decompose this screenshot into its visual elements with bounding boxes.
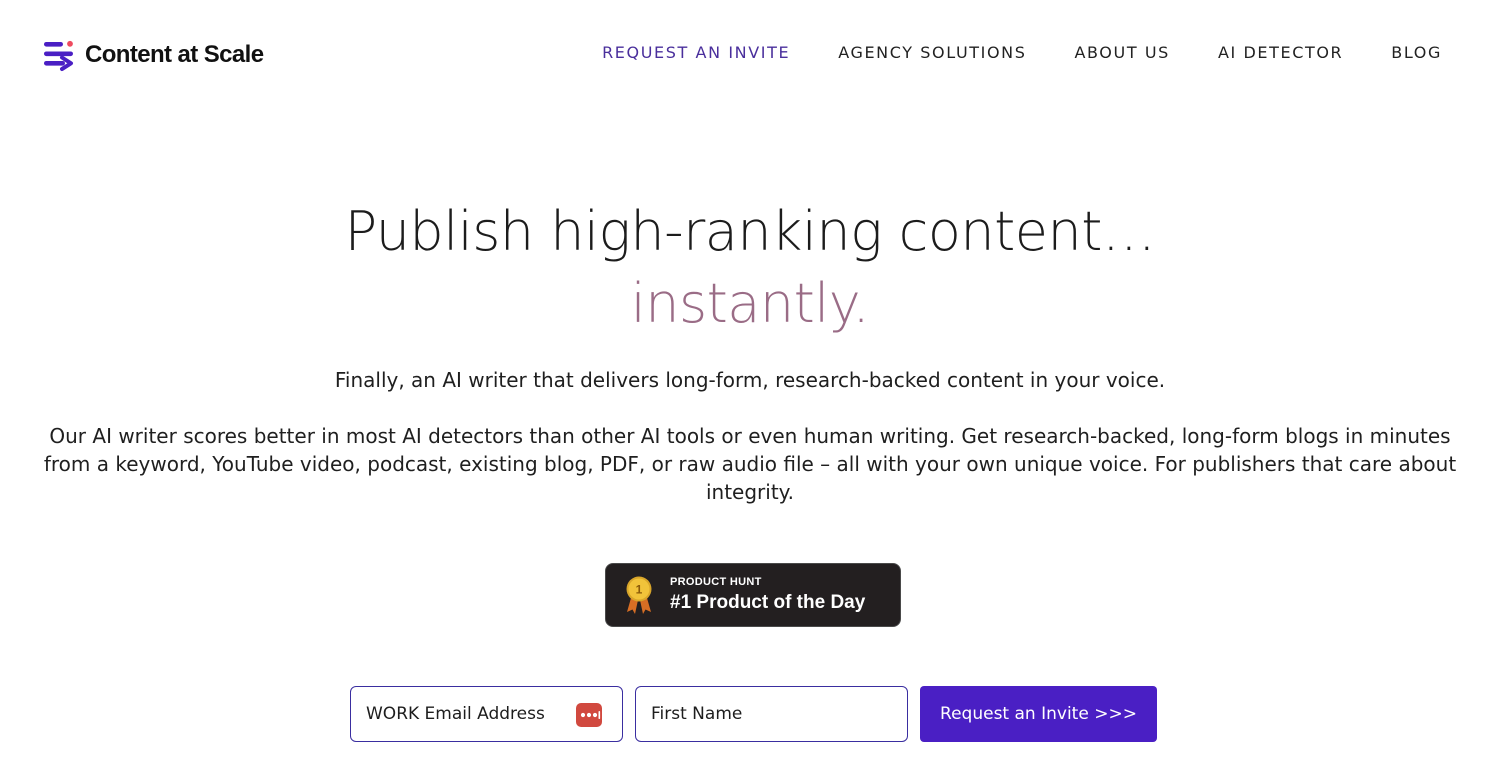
site-header: Content at Scale REQUEST AN INVITE AGENC… [0,0,1500,108]
brand-logo[interactable]: Content at Scale [42,38,264,72]
product-hunt-badge[interactable]: 1 PRODUCT HUNT #1 Product of the Day [605,563,901,627]
product-hunt-kicker: PRODUCT HUNT [670,575,762,588]
hero-lead: Finally, an AI writer that delivers long… [334,368,1166,392]
stacked-lines-arrow-icon [44,40,73,71]
first-name-field-wrapper [635,686,908,742]
medal-icon: 1 [626,576,652,614]
email-field-wrapper [350,686,623,742]
request-invite-button[interactable]: Request an Invite >>> [920,686,1157,742]
hero-accent-word: instantly. [630,272,870,335]
product-hunt-text: PRODUCT HUNT #1 Product of the Day [670,576,865,615]
invite-form: Request an Invite >>> [350,686,1157,742]
brand-name: Content at Scale [85,41,264,68]
medal-number: 1 [636,583,643,597]
hero-section: Publish high-ranking content… instantly.… [0,196,1500,506]
product-hunt-title: #1 Product of the Day [670,591,866,613]
landing-page: Content at Scale REQUEST AN INVITE AGENC… [0,0,1500,777]
nav-agency-solutions[interactable]: AGENCY SOLUTIONS [838,43,1026,62]
hero-title-text: Publish high-ranking content… [344,200,1156,263]
nav-blog[interactable]: BLOG [1391,43,1442,62]
nav-request-invite[interactable]: REQUEST AN INVITE [602,43,790,62]
password-dots-icon[interactable] [576,703,602,727]
nav-ai-detector[interactable]: AI DETECTOR [1218,43,1343,62]
nav-about-us[interactable]: ABOUT US [1074,43,1169,62]
hero-title: Publish high-ranking content… instantly. [0,196,1500,336]
first-name-input[interactable] [636,687,907,741]
hero-body: Our AI writer scores better in most AI d… [43,424,1457,504]
main-nav: REQUEST AN INVITE AGENCY SOLUTIONS ABOUT… [602,43,1442,62]
